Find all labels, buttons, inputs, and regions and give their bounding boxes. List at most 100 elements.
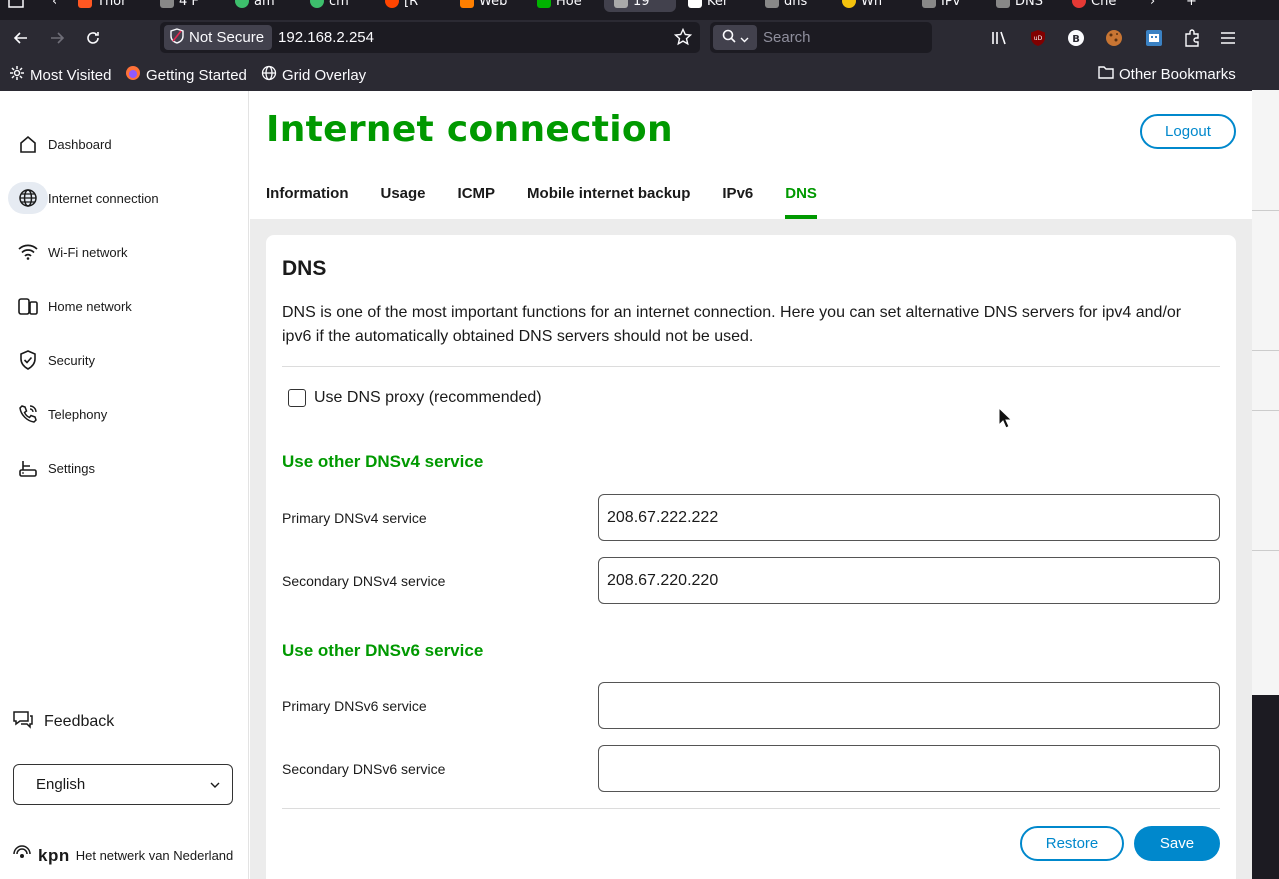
secondary-dnsv6-label: Secondary DNSv6 service [282,761,446,777]
cookie-icon[interactable] [1102,26,1126,50]
dnsv6-section-heading: Use other DNSv6 service [282,641,484,660]
browser-tab[interactable]: IPv [922,0,960,12]
browser-tab-active[interactable]: 19 [604,0,676,12]
tab-dns[interactable]: DNS [785,185,817,219]
save-button[interactable]: Save [1134,826,1220,861]
shield-icon [8,344,48,376]
browser-tab[interactable]: Wh [842,0,882,12]
mouse-cursor-icon [998,406,1013,433]
not-secure-label: Not Secure [189,29,265,46]
sidebar-item-dashboard[interactable]: Dashboard [8,126,238,162]
bookmark-star-icon[interactable] [673,27,693,50]
main-content: Internet connection Logout Information U… [250,91,1252,879]
browser-tab[interactable]: am [235,0,275,12]
browser-tab[interactable]: [R [385,0,418,12]
svg-text:B: B [1072,34,1080,45]
search-engine-selector[interactable] [713,25,757,50]
navigation-toolbar: Not Secure 192.168.2.254 Search uD B [0,20,1252,56]
checkbox-box[interactable] [288,389,306,407]
secondary-dnsv6-input[interactable] [598,745,1220,792]
sub-tabs: Information Usage ICMP Mobile internet b… [266,185,849,219]
home-icon [8,128,48,160]
primary-dnsv4-input[interactable]: 208.67.222.222 [598,494,1220,541]
wifi-icon [8,236,48,268]
dns-settings-card: DNS DNS is one of the most important fun… [266,235,1236,879]
bookmark-most-visited[interactable]: Most Visited [9,65,111,85]
tab-mobile-internet-backup[interactable]: Mobile internet backup [527,185,690,219]
tab-scroll-left-icon[interactable]: ‹ [52,0,57,12]
tab-overview-icon[interactable] [8,0,24,12]
tab-usage[interactable]: Usage [381,185,426,219]
router-icon [8,452,48,484]
page-header: Internet connection Logout Information U… [250,91,1252,219]
shield-warning-icon [170,27,184,48]
chevron-down-icon [740,28,749,47]
search-bar[interactable]: Search [710,22,932,53]
tab-icmp[interactable]: ICMP [458,185,496,219]
ublock-icon[interactable]: uD [1026,26,1050,50]
browser-tab[interactable]: dns [765,0,807,12]
svg-text:uD: uD [1034,35,1043,42]
browser-tab[interactable]: Hoe [537,0,582,12]
back-icon[interactable] [7,24,35,52]
tab-information[interactable]: Information [266,185,349,219]
sidebar-item-security[interactable]: Security [8,342,238,378]
divider [282,808,1220,809]
extensions-puzzle-icon[interactable] [1180,26,1204,50]
primary-dnsv4-label: Primary DNSv4 service [282,510,427,526]
bitwarden-b-icon[interactable]: B [1064,26,1088,50]
sidebar-item-home-network[interactable]: Home network [8,288,238,324]
sidebar-item-internet-connection[interactable]: Internet connection [8,180,238,216]
browser-tab[interactable]: 4 F [160,0,199,12]
background-window-edge [1252,20,1279,879]
url-text[interactable]: 192.168.2.254 [278,29,374,46]
browser-tab[interactable]: Thor [78,0,126,12]
tab-ipv6[interactable]: IPv6 [722,185,753,219]
divider [282,366,1220,367]
library-icon[interactable] [988,26,1012,50]
browser-tab[interactable]: Che [1072,0,1116,12]
bookmark-other-bookmarks[interactable]: Other Bookmarks [1098,65,1236,83]
sidebar-item-settings[interactable]: Settings [8,450,238,486]
primary-dnsv6-input[interactable] [598,682,1220,729]
kpn-tagline: Het netwerk van Nederland [75,848,234,863]
new-tab-icon[interactable]: + [1186,0,1197,12]
router-admin-page: Dashboard Internet connection Wi-Fi netw… [0,91,1252,879]
reload-icon[interactable] [79,24,107,52]
browser-tab-strip: ‹ Thor 4 F am cm [R Web Hoe 19 Ker dns W… [0,0,1279,20]
extension-calendar-icon[interactable] [1142,26,1166,50]
restore-button[interactable]: Restore [1020,826,1124,861]
page-title: Internet connection [266,109,673,150]
language-select[interactable]: English [13,764,233,805]
browser-tab[interactable]: DNS [996,0,1043,12]
gear-icon [9,65,25,85]
sidebar-item-wifi-network[interactable]: Wi-Fi network [8,234,238,270]
forward-icon [43,24,71,52]
kpn-logo-icon [12,845,32,866]
primary-dnsv6-label: Primary DNSv6 service [282,698,427,714]
site-security-indicator[interactable]: Not Secure [164,25,273,50]
browser-tab[interactable]: Ker [688,0,728,12]
hamburger-menu-icon[interactable] [1216,26,1240,50]
phone-icon [8,398,48,430]
sidebar: Dashboard Internet connection Wi-Fi netw… [0,91,249,879]
url-bar[interactable]: Not Secure 192.168.2.254 [160,22,700,53]
bookmark-grid-overlay[interactable]: Grid Overlay [261,65,366,85]
logout-button[interactable]: Logout [1140,114,1236,149]
secondary-dnsv4-label: Secondary DNSv4 service [282,573,446,589]
secondary-dnsv4-input[interactable]: 208.67.220.220 [598,557,1220,604]
feedback-link[interactable]: Feedback [12,709,114,734]
browser-tab[interactable]: Web [460,0,507,12]
globe-icon [8,182,48,214]
sidebar-item-telephony[interactable]: Telephony [8,396,238,432]
dns-description: DNS is one of the most important functio… [282,304,1182,345]
firefox-icon [125,65,141,85]
dnsv4-section-heading: Use other DNSv4 service [282,452,484,471]
chat-bubble-icon [12,709,34,734]
dns-proxy-checkbox[interactable]: Use DNS proxy (recommended) [288,389,542,407]
browser-tab[interactable]: cm [310,0,349,12]
bookmark-getting-started[interactable]: Getting Started [125,65,247,85]
globe-icon [261,65,277,85]
tab-scroll-right-icon[interactable]: › [1150,0,1155,12]
folder-icon [1098,65,1114,83]
